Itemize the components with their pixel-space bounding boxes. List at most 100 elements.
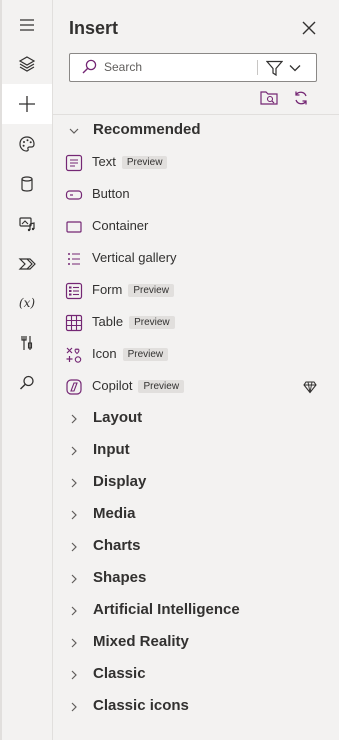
control-name: Container — [92, 218, 149, 233]
close-icon — [302, 21, 316, 35]
hamburger-menu-icon — [20, 19, 34, 31]
section-label: Input — [93, 441, 130, 458]
section-media[interactable]: Media — [53, 499, 339, 531]
control-item-button[interactable]: Button — [53, 178, 339, 210]
power-automate-button[interactable] — [2, 244, 52, 284]
chevron-down-icon — [69, 128, 79, 134]
database-icon — [21, 176, 33, 192]
vertical-gallery-icon — [68, 253, 80, 265]
section-input[interactable]: Input — [53, 435, 339, 467]
search-icon — [20, 375, 34, 390]
container-icon — [66, 221, 82, 233]
layers-icon — [18, 56, 36, 72]
palette-icon — [19, 136, 35, 152]
insert-panel: Insert Recommended Text Preview Button Co… — [53, 0, 339, 740]
control-item-table[interactable]: Table Preview — [53, 306, 339, 338]
control-name: Copilot — [92, 378, 133, 393]
chevron-right-icon — [71, 574, 77, 584]
search-rail-button[interactable] — [2, 363, 52, 403]
section-layout[interactable]: Layout — [53, 403, 339, 435]
media-icon — [19, 217, 35, 232]
chevron-right-icon — [71, 606, 77, 616]
media-button[interactable] — [2, 204, 52, 244]
section-artificial-intelligence[interactable]: Artificial Intelligence — [53, 595, 339, 627]
table-icon — [65, 314, 83, 332]
section-label: Media — [93, 505, 136, 522]
preview-badge: Preview — [129, 316, 175, 329]
section-classic[interactable]: Classic — [53, 659, 339, 691]
preview-badge: Preview — [128, 284, 174, 297]
control-item-icon[interactable]: Icon Preview — [53, 338, 339, 370]
search-separator — [257, 60, 258, 75]
section-display[interactable]: Display — [53, 467, 339, 499]
data-button[interactable] — [2, 164, 52, 204]
section-label: Charts — [93, 537, 141, 554]
section-label: Mixed Reality — [93, 633, 189, 650]
chevron-right-icon — [71, 638, 77, 648]
section-mixed-reality[interactable]: Mixed Reality — [53, 627, 339, 659]
chevron-right-icon — [71, 702, 77, 712]
section-label: Classic icons — [93, 697, 189, 714]
form-icon — [65, 282, 83, 300]
chevron-right-icon — [71, 510, 77, 520]
left-nav-rail: (x) — [2, 0, 53, 740]
section-label: Artificial Intelligence — [93, 601, 240, 618]
refresh-button[interactable] — [290, 88, 312, 108]
browse-folder-button[interactable] — [258, 88, 280, 108]
chevron-right-icon — [71, 670, 77, 680]
advanced-tools-button[interactable] — [2, 323, 52, 363]
variables-button[interactable]: (x) — [2, 283, 52, 323]
folder-search-icon — [260, 91, 278, 105]
themes-button[interactable] — [2, 124, 52, 164]
filter-dropdown-button[interactable] — [266, 59, 310, 77]
section-charts[interactable]: Charts — [53, 531, 339, 563]
text-icon — [65, 154, 83, 172]
advanced-tools-icon — [21, 336, 33, 350]
tree-view-button[interactable] — [2, 44, 52, 84]
button-icon — [65, 190, 83, 200]
premium-diamond-icon — [303, 381, 317, 394]
search-input[interactable] — [104, 58, 244, 76]
power-automate-icon — [18, 258, 36, 270]
control-name: Vertical gallery — [92, 250, 177, 265]
control-item-text[interactable]: Text Preview — [53, 146, 339, 178]
filter-icon — [266, 60, 283, 76]
variables-icon: (x) — [19, 296, 35, 310]
section-label: Layout — [93, 409, 143, 426]
chevron-right-icon — [71, 478, 77, 488]
svg-text:(x): (x) — [19, 296, 35, 310]
preview-badge: Preview — [138, 380, 185, 393]
copilot-icon — [66, 379, 82, 395]
section-label: Shapes — [93, 569, 147, 586]
control-name: Table — [92, 314, 124, 329]
hamburger-menu-button[interactable] — [2, 5, 52, 45]
section-shapes[interactable]: Shapes — [53, 563, 339, 595]
icons-icon — [66, 347, 82, 363]
close-button[interactable] — [299, 18, 319, 38]
section-recommended[interactable]: Recommended — [53, 115, 339, 147]
section-label: Display — [93, 473, 147, 490]
control-item-copilot[interactable]: Copilot Preview — [53, 370, 339, 402]
panel-title: Insert — [69, 18, 119, 38]
control-name: Button — [92, 186, 130, 201]
search-box — [69, 53, 317, 82]
control-item-container[interactable]: Container — [53, 210, 339, 242]
insert-button[interactable] — [2, 84, 52, 124]
section-classic-icons[interactable]: Classic icons — [53, 691, 339, 723]
section-label: Recommended — [93, 121, 201, 138]
control-name: Icon — [92, 346, 117, 361]
chevron-right-icon — [71, 414, 77, 424]
preview-badge: Preview — [121, 156, 168, 169]
search-icon — [82, 59, 97, 74]
chevron-down-icon — [289, 65, 301, 72]
preview-badge: Preview — [122, 348, 169, 361]
control-item-form[interactable]: Form Preview — [53, 274, 339, 306]
section-label: Classic — [93, 665, 146, 682]
chevron-right-icon — [71, 446, 77, 456]
control-item-vertical-gallery[interactable]: Vertical gallery — [53, 242, 339, 274]
chevron-right-icon — [71, 542, 77, 552]
add-icon — [19, 96, 35, 112]
control-name: Text — [92, 154, 116, 169]
refresh-icon — [295, 91, 307, 105]
control-name: Form — [92, 282, 123, 297]
